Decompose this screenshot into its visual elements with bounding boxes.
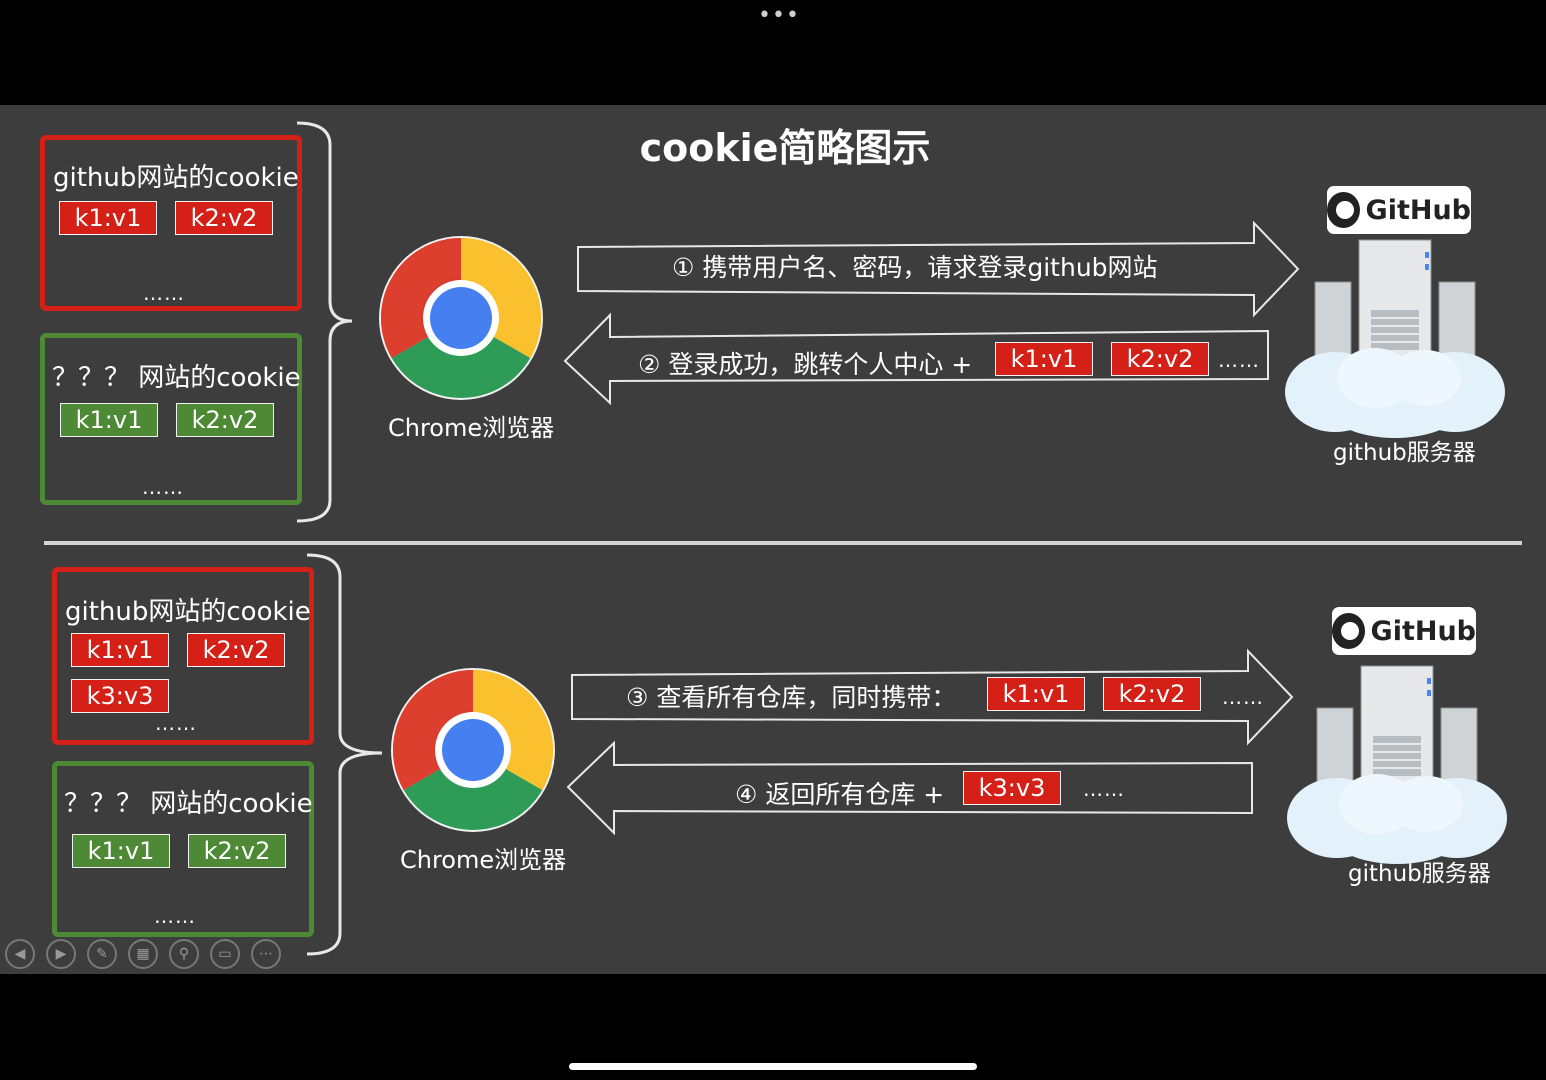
- more-ellipsis: ……: [1083, 777, 1125, 801]
- home-indicator[interactable]: [569, 1063, 977, 1070]
- cookie-tag: k2:v2: [176, 403, 274, 437]
- arrow-4-text: ④ 返回所有仓库 +: [735, 780, 945, 809]
- cookie-tag: k2:v2: [1103, 677, 1201, 711]
- arrow-3-text: ③ 查看所有仓库，同时携带：: [626, 683, 957, 712]
- brace-bottom: [306, 553, 383, 956]
- slides-icon[interactable]: ▦: [128, 939, 158, 969]
- chrome-icon-bottom: [391, 668, 555, 832]
- cookie-tag: k1:v1: [59, 201, 157, 235]
- cookie-tag: k2:v2: [187, 633, 285, 667]
- cookie-tag: k1:v1: [987, 677, 1085, 711]
- github-cookie-label: github网站的cookie: [53, 163, 299, 193]
- github-logo-icon: [1327, 192, 1360, 228]
- other-cookie-label: ？？？ 网站的cookie: [64, 789, 313, 819]
- zoom-icon[interactable]: ⚲: [169, 939, 199, 969]
- next-icon[interactable]: ▶: [46, 939, 76, 969]
- cookie-tag: k3:v3: [963, 771, 1061, 805]
- github-logo-icon: [1332, 613, 1365, 649]
- browser-label: Chrome浏览器: [400, 846, 567, 874]
- more-ellipsis: ……: [155, 711, 197, 735]
- github-badge-text: GitHub: [1370, 615, 1476, 647]
- more-ellipsis: ……: [142, 475, 184, 499]
- server-icon-top: [1284, 239, 1506, 439]
- cookie-tag: k2:v2: [175, 201, 273, 235]
- github-badge-text: GitHub: [1365, 194, 1471, 226]
- subtitle-icon[interactable]: ▭: [210, 939, 240, 969]
- github-cookie-label: github网站的cookie: [65, 597, 311, 627]
- cookie-tag: k2:v2: [188, 834, 286, 868]
- more-ellipsis: ……: [1218, 348, 1260, 372]
- cookie-tag: k2:v2: [1111, 342, 1209, 376]
- chrome-icon-top: [379, 236, 543, 400]
- section-divider: [44, 541, 1522, 545]
- more-ellipsis: ……: [143, 281, 185, 305]
- brace-top: [296, 121, 353, 523]
- cookie-tag: k1:v1: [60, 403, 158, 437]
- github-badge-bottom: GitHub: [1332, 607, 1476, 655]
- prev-icon[interactable]: ◀: [5, 939, 35, 969]
- slide: cookie简略图示 github网站的cookie k1:v1 k2:v2 ……: [0, 105, 1546, 974]
- window-menu-dots[interactable]: •••: [758, 5, 800, 27]
- more-ellipsis: ……: [1222, 685, 1264, 709]
- cookie-tag: k3:v3: [71, 679, 169, 713]
- more-icon[interactable]: ⋯: [251, 939, 281, 969]
- cookie-tag: k1:v1: [995, 342, 1093, 376]
- arrow-1-text: ① 携带用户名、密码，请求登录github网站: [672, 253, 1158, 282]
- arrow-2-text: ② 登录成功，跳转个人中心 +: [638, 350, 973, 379]
- github-badge-top: GitHub: [1327, 186, 1471, 234]
- cookie-tag: k1:v1: [72, 834, 170, 868]
- server-label: github服务器: [1348, 861, 1491, 887]
- cookie-tag: k1:v1: [71, 633, 169, 667]
- other-cookie-label: ？？？ 网站的cookie: [52, 363, 301, 393]
- server-icon-bottom: [1286, 665, 1508, 865]
- pen-icon[interactable]: ✎: [87, 939, 117, 969]
- server-label: github服务器: [1333, 440, 1476, 466]
- more-ellipsis: ……: [154, 904, 196, 928]
- browser-label: Chrome浏览器: [388, 414, 555, 442]
- presentation-toolbar: ◀ ▶ ✎ ▦ ⚲ ▭ ⋯: [5, 939, 281, 969]
